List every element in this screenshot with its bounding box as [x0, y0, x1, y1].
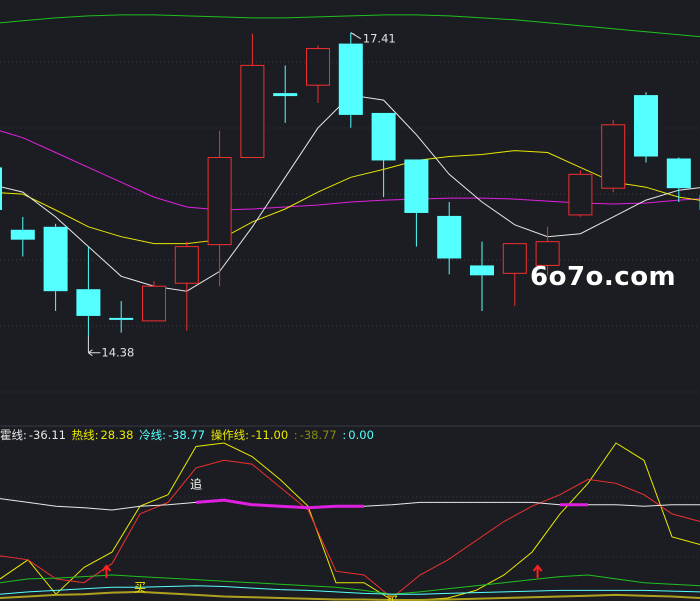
watermark: 6o7o.com — [530, 262, 677, 292]
chart-canvas: 17.41 14.38 追买买 — [0, 0, 700, 601]
legend-label-5: : — [342, 428, 347, 442]
candle-body — [174, 246, 199, 284]
candle-body — [634, 95, 658, 157]
candle-body — [10, 229, 35, 240]
legend-value-2: -38.77 — [167, 428, 206, 442]
legend-value-1: 28.38 — [100, 428, 134, 442]
candle-body — [338, 43, 363, 115]
candle-body — [142, 285, 166, 322]
high-price-label: 17.41 — [363, 32, 396, 46]
legend-label-3: 操作线: — [210, 428, 250, 442]
candle-20 — [634, 92, 658, 163]
candle-body — [404, 159, 429, 213]
legend-value-0: -36.11 — [28, 428, 66, 442]
candle-body — [43, 226, 68, 292]
candle-19 — [601, 119, 626, 193]
annotation-1: 买 — [134, 581, 146, 595]
candle-11 — [338, 32, 363, 128]
candle-body — [0, 167, 2, 210]
legend-value-5: 0.00 — [348, 428, 374, 442]
candle-body — [568, 173, 593, 216]
candle-body — [240, 64, 265, 158]
candle-body — [470, 265, 494, 276]
legend-value-4: -38.77 — [299, 428, 337, 442]
candle-body — [502, 243, 527, 274]
candle-body — [437, 215, 462, 259]
candle-18 — [568, 170, 593, 217]
legend-label-4: : — [293, 428, 298, 442]
legend-label-1: 热线: — [71, 428, 99, 442]
candle-body — [371, 112, 396, 161]
candle-body — [273, 93, 298, 97]
legend-label-2: 冷线: — [139, 428, 166, 442]
candle-body — [207, 156, 232, 246]
candle-body — [666, 158, 691, 189]
candle-body — [109, 317, 134, 320]
candle-body — [306, 48, 330, 86]
candle-5 — [142, 281, 166, 322]
candle-body — [76, 289, 101, 316]
low-price-label: 14.38 — [101, 346, 134, 360]
annotation-2: 买 — [386, 594, 398, 601]
legend-value-3: -11.00 — [251, 428, 289, 442]
legend-label-0: 霍线: — [0, 428, 27, 442]
indicator-legend: 霍线: -36.11 热线: 28.38 冷线: -38.77 操作线: -11.00 … — [0, 427, 376, 443]
candle-body — [601, 124, 626, 189]
annotation-0: 追 — [190, 476, 202, 491]
